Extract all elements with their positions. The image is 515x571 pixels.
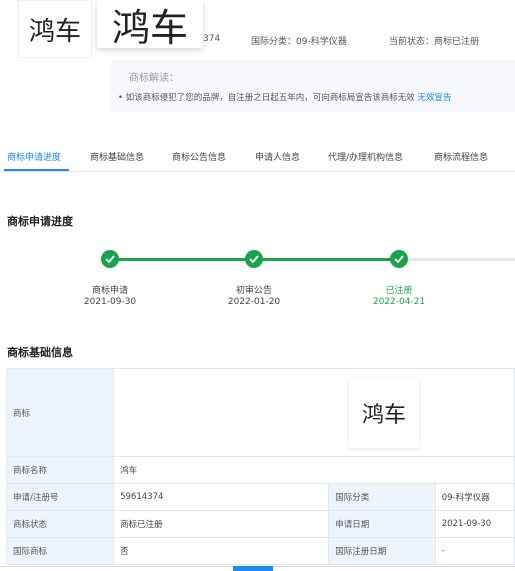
step-date-announce: 2022-01-20 (227, 297, 281, 307)
intl-reg-date-label: 国际注册日期 (328, 537, 436, 565)
reg-number-value: 59614374 (113, 483, 330, 511)
invalidation-link[interactable]: 无效宣告 (417, 93, 451, 103)
tab-applicant-info[interactable]: 申请人信息 (255, 150, 300, 163)
apply-date-label: 申请日期 (328, 510, 436, 538)
check-icon (245, 250, 263, 268)
basic-info-table: 商标 鸿车 商标名称 鸿车 申请/注册号 59614374 国际分类 09-科学… (5, 368, 515, 565)
tab-basic-info[interactable]: 商标基础信息 (90, 150, 144, 163)
name-label: 商标名称 (5, 456, 115, 484)
active-tab-indicator (4, 169, 69, 171)
interpretation-box (111, 60, 515, 112)
apply-date-value: 2021-09-30 (434, 510, 515, 538)
tab-agency-info[interactable]: 代理/办理机构信息 (328, 150, 403, 163)
interpretation-title: 商标解读： (129, 73, 179, 84)
interpretation-text: • 如该商标侵犯了您的品牌，自注册之日起五年内，可向商标局宣告该商标无效 无效宣… (118, 91, 451, 103)
tab-process-info[interactable]: 商标流程信息 (434, 150, 488, 163)
bottom-scroll-indicator[interactable] (233, 566, 273, 571)
trademark-image: 鸿车 (349, 377, 419, 448)
check-icon (390, 250, 408, 268)
progress-section-title: 商标申请进度 (7, 215, 73, 228)
status-label: 商标状态 (5, 510, 115, 538)
intl-class-label: 国际分类 (328, 483, 436, 511)
table-row: 商标状态 商标已注册 申请日期 2021-09-30 (5, 510, 515, 538)
reg-number-label: 申请/注册号 (5, 483, 115, 511)
name-value: 鸿车 (113, 456, 515, 484)
intl-trademark-label: 国际商标 (5, 537, 115, 565)
step-date-registered: 2022-04-21 (372, 297, 426, 307)
reg-number-partial: 374 (203, 34, 221, 44)
progress-line-pending (400, 258, 515, 261)
tab-application-progress[interactable]: 商标申请进度 (7, 150, 61, 163)
table-row: 申请/注册号 59614374 国际分类 09-科学仪器 (5, 483, 515, 511)
tab-bar: 商标申请进度 商标基础信息 商标公告信息 申请人信息 代理/办理机构信息 商标流… (0, 145, 515, 172)
trademark-image-cell: 鸿车 (113, 368, 515, 457)
table-row: 商标 鸿车 (5, 368, 515, 457)
intl-class-value: 09-科学仪器 (434, 483, 515, 511)
trademark-thumbnail-large: 鸿车 (97, 0, 203, 50)
step-label-apply: 商标申请 (91, 286, 128, 296)
intl-class-text: 国际分类：09-科学仪器 (251, 37, 347, 47)
check-icon (101, 250, 119, 268)
basic-info-section-title: 商标基础信息 (7, 346, 73, 359)
status-value: 商标已注册 (113, 510, 330, 538)
trademark-thumbnail-small: 鸿车 (18, 0, 92, 58)
step-label-registered: 已注册 (385, 286, 413, 296)
trademark-label: 商标 (5, 368, 115, 457)
intl-reg-date-value: - (434, 537, 515, 565)
table-row: 国际商标 否 国际注册日期 - (5, 537, 515, 565)
tab-announcement-info[interactable]: 商标公告信息 (172, 150, 226, 163)
current-status-text: 当前状态：商标已注册 (389, 37, 480, 47)
interpretation-body: • 如该商标侵犯了您的品牌，自注册之日起五年内，可向商标局宣告该商标无效 (118, 93, 415, 103)
step-label-announce: 初审公告 (235, 286, 272, 296)
table-row: 商标名称 鸿车 (5, 456, 515, 484)
intl-trademark-value: 否 (113, 537, 330, 565)
step-date-apply: 2021-09-30 (83, 297, 137, 307)
